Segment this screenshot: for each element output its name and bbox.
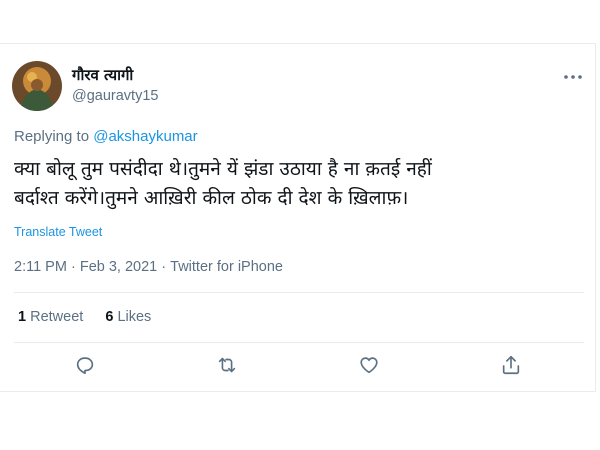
avatar[interactable] [12, 61, 62, 111]
likes-count: 6 [105, 309, 114, 325]
more-horizontal-icon[interactable] [562, 66, 584, 88]
engagement-stats: 1 Retweet 6 Likes [18, 309, 169, 325]
tweet-time[interactable]: 2:11 PM [14, 259, 67, 275]
meta-separator: · [161, 259, 167, 275]
tweet-metadata: 2:11 PM · Feb 3, 2021 · Twitter for iPho… [14, 259, 283, 275]
tweet-source[interactable]: Twitter for iPhone [170, 259, 283, 275]
likes-stat[interactable]: 6 Likes [105, 309, 151, 325]
tweet-text-line: बर्दाश्त करेंगे।तुमने आख़िरी कील ठोक दी … [14, 187, 409, 209]
replying-to: Replying to @akshaykumar [14, 128, 198, 145]
divider [14, 292, 584, 293]
retweets-label: Retweet [30, 309, 84, 325]
tweet-date[interactable]: Feb 3, 2021 [80, 259, 157, 275]
divider [14, 342, 584, 343]
translate-tweet-link[interactable]: Translate Tweet [14, 225, 102, 239]
author-handle[interactable]: @gauravty15 [72, 88, 158, 104]
tweet-text-line: क्या बोलू तुम पसंदीदा थे।तुमने यें झंडा … [14, 158, 432, 180]
meta-separator: · [70, 259, 76, 275]
share-icon[interactable] [498, 352, 524, 378]
replying-to-mention-link[interactable]: @akshaykumar [93, 128, 197, 145]
reply-icon[interactable] [72, 352, 98, 378]
retweets-stat[interactable]: 1 Retweet [18, 309, 83, 325]
retweets-count: 1 [18, 309, 27, 325]
tweet-text: क्या बोलू तुम पसंदीदा थे।तुमने यें झंडा … [14, 155, 584, 213]
heart-icon[interactable] [356, 352, 382, 378]
author-display-name[interactable]: गौरव त्यागी [72, 65, 133, 85]
likes-label: Likes [117, 309, 152, 325]
action-bar [14, 352, 584, 380]
retweet-icon[interactable] [214, 352, 240, 378]
replying-to-label: Replying to [14, 128, 90, 145]
